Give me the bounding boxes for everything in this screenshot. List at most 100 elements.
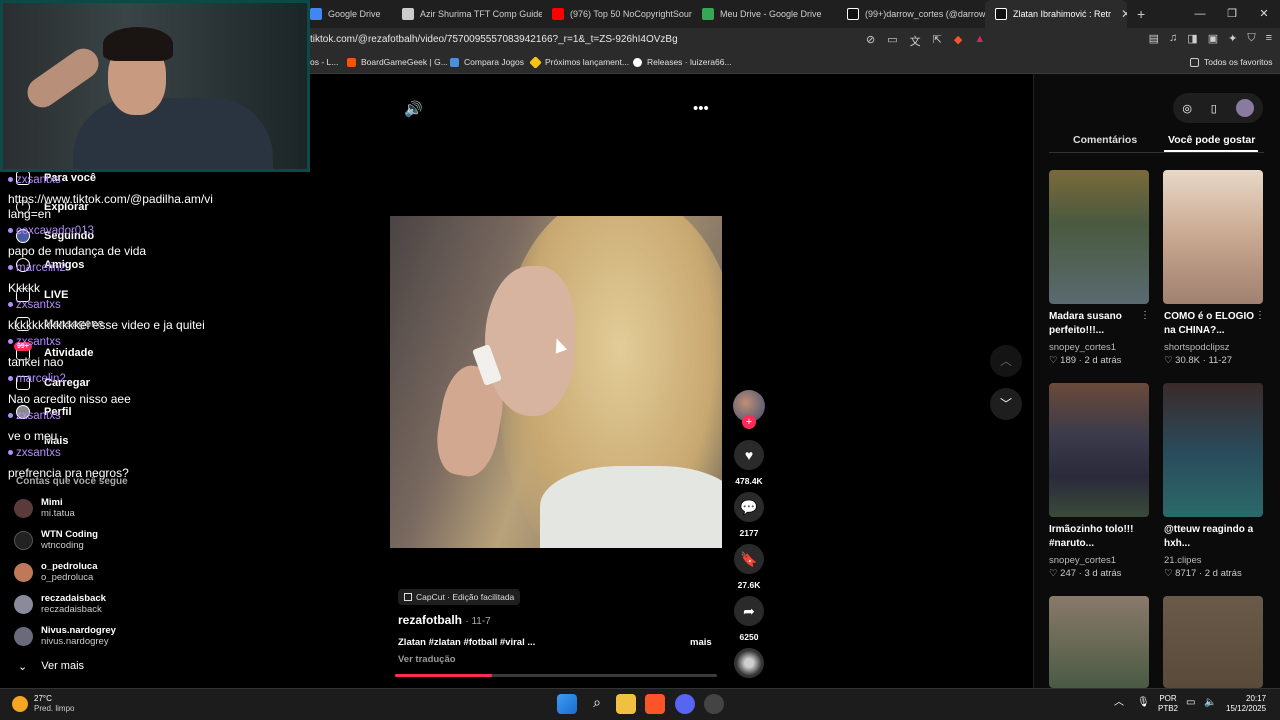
video-progress-bar[interactable] bbox=[395, 674, 717, 677]
discord-icon[interactable] bbox=[675, 694, 695, 714]
more-dots-icon[interactable]: ••• bbox=[693, 100, 709, 117]
chevron-up-icon: ︿ bbox=[999, 354, 1012, 368]
card-title[interactable]: Irmãozinho tolo!!! #naruto... bbox=[1049, 523, 1145, 551]
following-account[interactable]: o_pedroluca o_pedroluca bbox=[14, 561, 98, 583]
sidebar-icon[interactable]: ◨ bbox=[1187, 32, 1197, 45]
video-thumbnail[interactable] bbox=[1049, 383, 1149, 517]
share-button[interactable]: ➦ bbox=[734, 596, 764, 626]
chat-message: Kkkkk bbox=[8, 281, 41, 295]
bookmark-compara-jogos[interactable]: Compara Jogos bbox=[450, 57, 524, 67]
volume-icon[interactable]: 🔈 bbox=[1204, 698, 1216, 708]
share-icon[interactable]: ⇱ bbox=[933, 33, 942, 49]
card-author[interactable]: 21.clipes bbox=[1164, 555, 1202, 566]
tab-meu-drive[interactable]: Meu Drive - Google Drive bbox=[692, 0, 837, 28]
maximize-icon[interactable]: ❐ bbox=[1216, 0, 1248, 28]
new-tab-button[interactable]: + bbox=[1127, 6, 1155, 22]
tiktok-icon bbox=[847, 8, 859, 20]
phone-icon[interactable]: ▯ bbox=[1211, 102, 1217, 115]
all-favorites[interactable]: Todos os favoritos bbox=[1190, 57, 1273, 67]
bookmark-proximos[interactable]: Próximos lançament... bbox=[529, 55, 629, 69]
tab-voce-pode-gostar[interactable]: Você pode gostar bbox=[1168, 134, 1255, 146]
brave-rewards-icon[interactable]: ▲ bbox=[974, 33, 985, 49]
see-more-button[interactable]: ⌄ Ver mais bbox=[18, 660, 84, 673]
music-disc-icon[interactable] bbox=[734, 648, 764, 678]
bookmark-releases[interactable]: Releases · luizera66... bbox=[633, 57, 732, 67]
share-count: 6250 bbox=[739, 632, 759, 642]
network-icon[interactable]: ▭ bbox=[1186, 698, 1195, 708]
url-field[interactable]: tiktok.com/@rezafotbalh/video/7570095557… bbox=[310, 34, 678, 45]
brave-browser-icon[interactable] bbox=[645, 694, 665, 714]
clock[interactable]: 20:17 15/12/2025 bbox=[1226, 694, 1266, 714]
brave-shield-icon[interactable]: ◆ bbox=[954, 33, 962, 49]
comment-icon: 💬 bbox=[740, 499, 758, 515]
video-player[interactable] bbox=[390, 216, 722, 548]
card-title[interactable]: COMO é o ELOGIO na CHINA?... bbox=[1164, 310, 1260, 338]
video-author[interactable]: rezafotbalh · 11-7 bbox=[398, 613, 491, 627]
reader-icon[interactable]: ▤ bbox=[1149, 32, 1159, 45]
tab-youtube[interactable]: (976) Top 50 NoCopyrightSound bbox=[542, 0, 692, 28]
menu-icon[interactable]: ≡ bbox=[1266, 32, 1272, 45]
save-count: 27.6K bbox=[737, 580, 761, 590]
following-account[interactable]: Mimi mi.tatua bbox=[14, 497, 75, 519]
tab-darrow[interactable]: (99+)darrow_cortes (@darrow_c bbox=[837, 0, 985, 28]
capcut-badge[interactable]: CapCut · Edição facilitada bbox=[398, 589, 521, 605]
card-title[interactable]: @tteuw reagindo a hxh... bbox=[1164, 523, 1260, 551]
search-icon[interactable]: ⌕ bbox=[587, 694, 607, 714]
card-title[interactable]: Madara susano perfeito!!!... bbox=[1049, 310, 1145, 338]
tab-comentarios[interactable]: Comentários bbox=[1073, 134, 1137, 146]
bookmark-boardgamegeek[interactable]: BoardGameGeek | G... bbox=[347, 57, 448, 67]
translate-icon[interactable]: 文 bbox=[910, 33, 921, 49]
video-thumbnail[interactable] bbox=[1163, 170, 1263, 304]
microphone-icon[interactable]: 🎙 bbox=[1137, 698, 1150, 708]
heart-outline-icon: ♡ bbox=[1164, 568, 1176, 579]
bgg-icon bbox=[347, 57, 356, 67]
card-author[interactable]: snopey_cortes1 bbox=[1049, 342, 1116, 353]
sun-icon bbox=[12, 696, 28, 712]
compass-icon[interactable]: ◎ bbox=[1182, 102, 1192, 115]
tab-zlatan[interactable]: Zlatan Ibrahimović : Retr ✕ bbox=[985, 0, 1127, 28]
following-account[interactable]: reczadaisback reczadaisback bbox=[14, 593, 106, 615]
active-tab-indicator bbox=[1164, 150, 1258, 152]
previous-video-button[interactable]: ︿ bbox=[990, 345, 1022, 377]
ai-icon[interactable]: ✦ bbox=[1228, 32, 1237, 45]
google-drive-icon bbox=[702, 8, 714, 20]
card-stats: ♡ 8717 · 2 d atrás bbox=[1164, 568, 1242, 579]
bookmark-1[interactable]: os - L... bbox=[310, 57, 338, 67]
cast-icon[interactable]: ▭ bbox=[887, 33, 897, 49]
app-icon[interactable] bbox=[704, 694, 724, 714]
translate-button[interactable]: Ver tradução bbox=[398, 654, 456, 665]
minimize-icon[interactable]: — bbox=[1184, 0, 1216, 28]
vpn-icon[interactable]: ⛉ bbox=[1247, 32, 1255, 45]
webcam-overlay bbox=[0, 0, 310, 172]
card-more-icon[interactable]: ⋮ bbox=[1255, 310, 1265, 321]
video-thumbnail[interactable] bbox=[1163, 596, 1263, 688]
save-button[interactable]: 🔖 bbox=[734, 544, 764, 574]
media-icon[interactable]: ♫ bbox=[1169, 32, 1177, 45]
wallet-icon[interactable]: ▣ bbox=[1208, 32, 1218, 45]
card-author[interactable]: shortspodclipsz bbox=[1164, 342, 1229, 353]
following-account[interactable]: WTN Coding wtncoding bbox=[14, 529, 98, 551]
card-author[interactable]: snopey_cortes1 bbox=[1049, 555, 1116, 566]
video-thumbnail[interactable] bbox=[1049, 170, 1149, 304]
video-thumbnail[interactable] bbox=[1163, 383, 1263, 517]
next-video-button[interactable]: ﹀ bbox=[990, 388, 1022, 420]
file-explorer-icon[interactable] bbox=[616, 694, 636, 714]
weather-widget[interactable]: 27°C Pred. limpo bbox=[12, 694, 74, 714]
speaker-icon[interactable]: 🔊 bbox=[404, 100, 423, 118]
video-thumbnail[interactable] bbox=[1049, 596, 1149, 688]
comment-button[interactable]: 💬 bbox=[734, 492, 764, 522]
tab-tft-guide[interactable]: Azir Shurima TFT Comp Guide (P bbox=[392, 0, 542, 28]
language-indicator[interactable]: POR PTB2 bbox=[1158, 694, 1178, 714]
close-window-icon[interactable]: ✕ bbox=[1248, 0, 1280, 28]
tab-google-drive[interactable]: Google Drive bbox=[300, 0, 392, 28]
following-account[interactable]: Nivus.nardogrey nivus.nardogrey bbox=[14, 625, 116, 647]
user-avatar[interactable] bbox=[1235, 99, 1254, 117]
windows-start-icon[interactable] bbox=[557, 694, 577, 714]
heart-outline-icon: ♡ bbox=[1164, 355, 1176, 366]
follow-plus-icon[interactable]: + bbox=[742, 415, 756, 429]
card-more-icon[interactable]: ⋮ bbox=[1140, 310, 1150, 321]
no-track-icon[interactable]: ⊘ bbox=[866, 33, 875, 49]
tray-chevron-icon[interactable]: ︿ bbox=[1114, 698, 1124, 708]
like-button[interactable]: ♥ bbox=[734, 440, 764, 470]
caption-more-button[interactable]: mais bbox=[690, 637, 712, 648]
